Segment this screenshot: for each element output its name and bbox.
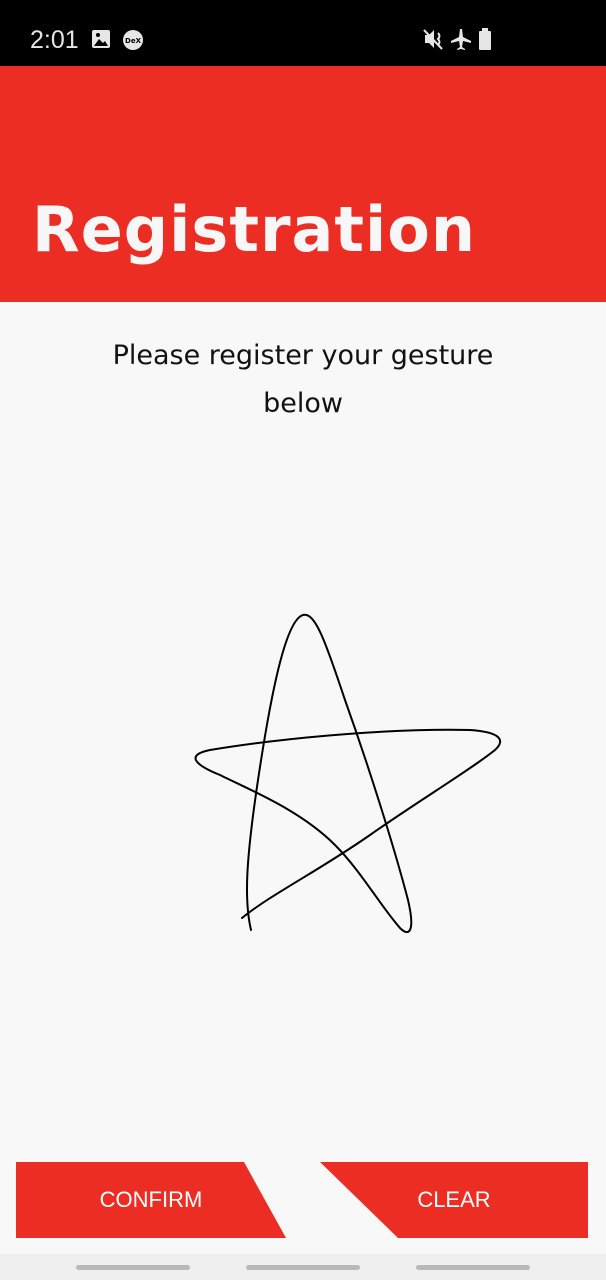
status-bar: 2:01 DeX: [0, 0, 606, 66]
status-right-icons: [422, 27, 494, 57]
dex-icon-label: DeX: [125, 37, 142, 45]
clear-button-label: CLEAR: [417, 1187, 491, 1212]
recent-apps-button[interactable]: [76, 1265, 190, 1270]
battery-icon: [479, 28, 491, 50]
status-left-icons: DeX: [90, 28, 150, 56]
image-icon: DeX: [92, 30, 143, 50]
gesture-stroke: [194, 613, 501, 934]
gesture-canvas[interactable]: [0, 440, 606, 1140]
confirm-button-label: CONFIRM: [99, 1187, 203, 1212]
home-button[interactable]: [246, 1265, 360, 1270]
status-time: 2:01: [30, 26, 79, 54]
back-button[interactable]: [416, 1265, 530, 1270]
navigation-bar: [0, 1254, 606, 1280]
instruction-text: Please register your gesture below: [112, 340, 494, 419]
airplane-mode-icon: [451, 29, 471, 50]
clear-button[interactable]: CLEAR: [320, 1162, 588, 1238]
page-title: Registration: [32, 193, 477, 266]
confirm-button[interactable]: CONFIRM: [16, 1162, 286, 1238]
vibrate-mute-icon: [423, 29, 443, 50]
